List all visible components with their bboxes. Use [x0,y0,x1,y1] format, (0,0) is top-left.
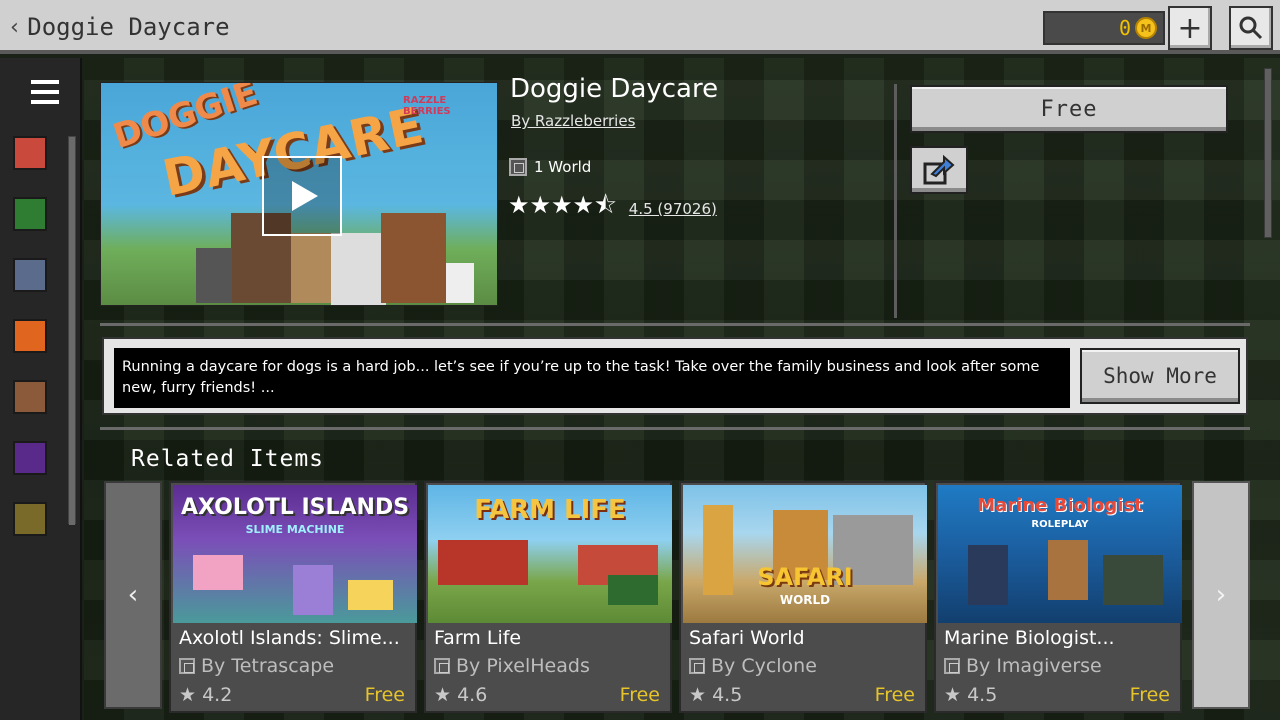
card-rating: ★ 4.6 [434,684,488,706]
bookshelf-icon[interactable] [13,502,47,536]
card-price: Free [874,684,915,706]
character-creator-icon[interactable] [13,136,47,170]
play-video-button[interactable] [262,156,342,236]
card-title: Safari World [689,627,805,649]
card-title: Marine Biologist... [944,627,1115,649]
card-price: Free [619,684,660,706]
card-thumbnail: Marine Biologist ROLEPLAY [938,485,1182,623]
fire-icon[interactable] [13,319,47,353]
card-author: By Imagiverse [944,655,1102,677]
card-author: By Tetrascape [179,655,334,677]
card-rating: ★ 4.2 [179,684,233,706]
sidebar [0,58,82,720]
share-icon [923,154,955,185]
content-type: 1 World [509,158,591,176]
chevron-left-icon: ‹ [127,580,139,610]
coin-balance[interactable]: 0 M [1043,11,1165,45]
card-rating: ★ 4.5 [689,684,743,706]
card-author: By Cyclone [689,655,817,677]
related-card[interactable]: SAFARI WORLD Safari World By Cyclone ★ 4… [679,481,927,713]
hero-thumbnail[interactable]: DOGGIE DAYCARE RAZZLE BERRIES [100,82,498,306]
computer-icon[interactable] [13,258,47,292]
divider-bottom [100,427,1250,430]
description-panel: Running a daycare for dogs is a hard job… [102,337,1248,415]
get-free-button[interactable]: Free [910,85,1228,133]
card-thumbnail: AXOLOTL ISLANDS SLIME MACHINE [173,485,417,623]
top-bar: ‹ Doggie Daycare 0 M + [0,0,1280,54]
share-button[interactable] [910,146,968,194]
divider-top [100,323,1250,326]
star-rating-icons: ★★★★⯪ [508,191,617,219]
main-scrollbar[interactable] [1264,68,1272,238]
chevron-left-icon: ‹ [8,14,22,40]
world-cube-icon [689,658,705,674]
play-icon [292,181,318,211]
chevron-right-icon: › [1215,580,1227,610]
related-card[interactable]: FARM LIFE Farm Life By PixelHeads ★ 4.6 … [424,481,672,713]
carousel-next-button[interactable]: › [1192,481,1250,709]
rating-row: ★★★★⯪ 4.5 (97026) [508,188,717,229]
card-author: By PixelHeads [434,655,590,677]
back-button[interactable]: ‹ Doggie Daycare [8,10,230,44]
related-card[interactable]: Marine Biologist ROLEPLAY Marine Biologi… [934,481,1182,713]
sapling-icon[interactable] [13,197,47,231]
sidebar-scrollbar[interactable] [68,136,76,525]
carousel-prev-button[interactable]: ‹ [104,481,162,709]
ender-pearl-icon[interactable] [13,441,47,475]
plus-icon: + [1177,10,1203,46]
world-cube-icon [509,158,527,176]
search-icon [1239,16,1263,40]
related-card[interactable]: AXOLOTL ISLANDS SLIME MACHINE Axolotl Is… [169,481,417,713]
rating-link[interactable]: 4.5 (97026) [629,200,717,218]
card-title: Axolotl Islands: Slime... [179,627,400,649]
card-rating: ★ 4.5 [944,684,998,706]
card-price: Free [364,684,405,706]
card-title: Farm Life [434,627,522,649]
world-cube-icon [944,658,960,674]
world-cube-icon [434,658,450,674]
related-items-heading: Related Items [131,446,325,472]
search-button[interactable] [1229,6,1273,50]
card-thumbnail: FARM LIFE [428,485,672,623]
hero-brand: RAZZLE BERRIES [403,95,451,117]
add-coins-button[interactable]: + [1168,6,1212,50]
villager-heart-icon[interactable] [13,380,47,414]
hamburger-menu-icon[interactable] [31,80,59,104]
minecoin-icon: M [1135,17,1157,39]
card-price: Free [1129,684,1170,706]
vertical-divider [894,84,897,318]
show-more-button[interactable]: Show More [1080,348,1240,404]
content-type-label: 1 World [534,158,592,176]
author-link[interactable]: By Razzleberries [511,112,635,130]
card-thumbnail: SAFARI WORLD [683,485,927,623]
coin-count: 0 [1118,16,1131,40]
description-text: Running a daycare for dogs is a hard job… [114,348,1070,408]
product-title: Doggie Daycare [510,74,719,104]
page-title: Doggie Daycare [27,13,230,41]
world-cube-icon [179,658,195,674]
